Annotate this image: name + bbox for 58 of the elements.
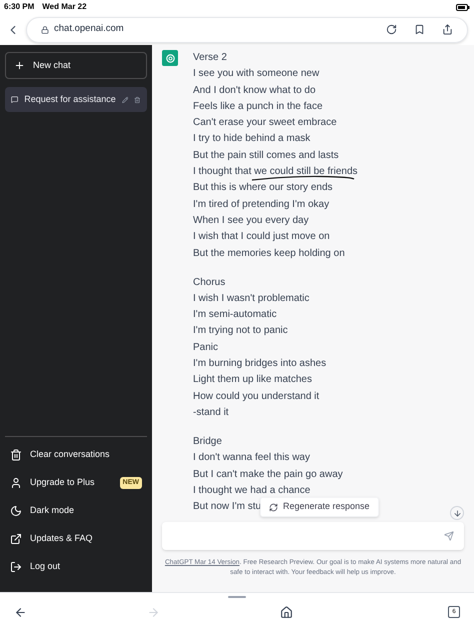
lock-icon (41, 26, 49, 34)
lyric-line: How could you understand it (193, 390, 320, 402)
lyric-line: I'm burning bridges into ashes (193, 358, 326, 370)
lyric-line: I'm trying not to panic (193, 325, 288, 336)
arrow-down-icon (452, 508, 462, 518)
bookmark-icon[interactable] (414, 24, 425, 35)
lyric-line: I wish that I could just move on (193, 231, 330, 242)
status-time: 6:30 PM (4, 1, 34, 13)
logout-icon (10, 561, 22, 573)
delete-icon[interactable] (134, 94, 141, 104)
lyric-line: But the memories keep holding on (193, 248, 345, 259)
lyric-line: Feels like a punch in the face (193, 100, 323, 112)
plus-icon (14, 60, 25, 71)
sidebar-menu-item[interactable]: Updates & FAQ (5, 525, 147, 553)
lyric-line: Can't erase your sweet embrace (193, 117, 337, 128)
send-icon[interactable] (444, 531, 454, 541)
back-arrow-icon[interactable] (14, 606, 27, 618)
chat-icon (11, 94, 18, 105)
address-bar[interactable]: chat.openai.com (26, 16, 468, 42)
regenerate-button[interactable]: Regenerate response (260, 497, 379, 517)
stanza-heading: Bridge (193, 434, 223, 449)
scroll-down-button[interactable] (450, 506, 464, 520)
lyric-line: And I don't know what to do (193, 84, 316, 96)
lyric-line: I thought that we could still be friends (193, 166, 358, 178)
lyric-line: Light them up like matches (193, 374, 312, 386)
lyric-line: But the pain still comes and lasts (193, 150, 339, 161)
refresh-icon (269, 502, 278, 512)
battery-icon (456, 4, 470, 10)
lyric-line: I try to hide behind a mask (193, 133, 310, 144)
lyric-line: I don't wanna feel this way (193, 452, 310, 464)
user-icon (10, 477, 22, 489)
lyric-line: Panic (193, 342, 218, 353)
edit-icon[interactable] (122, 94, 128, 104)
lyric-line: -stand it (193, 406, 229, 418)
moon-icon (10, 505, 22, 517)
lyric-line: But this is where our story ends (193, 182, 333, 194)
reload-icon[interactable] (386, 24, 397, 35)
conversation-item[interactable]: Request for assistance (5, 87, 147, 112)
trash-icon (10, 449, 22, 461)
stanza-heading: Chorus (193, 276, 226, 290)
url-text: chat.openai.com (54, 22, 124, 36)
sidebar-menu-item[interactable]: Log out (5, 553, 147, 581)
message-input[interactable] (162, 522, 464, 550)
sidebar-menu-item[interactable]: Clear conversations (5, 441, 147, 469)
lyric-line: I'm tired of pretending I'm okay (193, 198, 330, 210)
sidebar-menu-item[interactable]: Dark mode (5, 497, 147, 525)
lyric-line: I'm semi-automatic (193, 309, 277, 320)
new-chat-button[interactable]: New chat (5, 52, 147, 79)
lyric-line: I see you with someone new (193, 68, 320, 80)
stanza-heading: Verse 2 (193, 51, 228, 65)
external-link-icon (10, 533, 22, 545)
status-date: Wed Mar 22 (42, 1, 87, 13)
home-icon[interactable] (280, 606, 293, 618)
share-icon[interactable] (442, 24, 453, 35)
lyric-line: I thought we had a chance (193, 484, 310, 496)
lyric-line: When I see you every day (193, 214, 309, 226)
lyric-line: I wish I wasn't problematic (193, 292, 310, 304)
lyric-line: But I can't make the pain go away (193, 468, 343, 480)
